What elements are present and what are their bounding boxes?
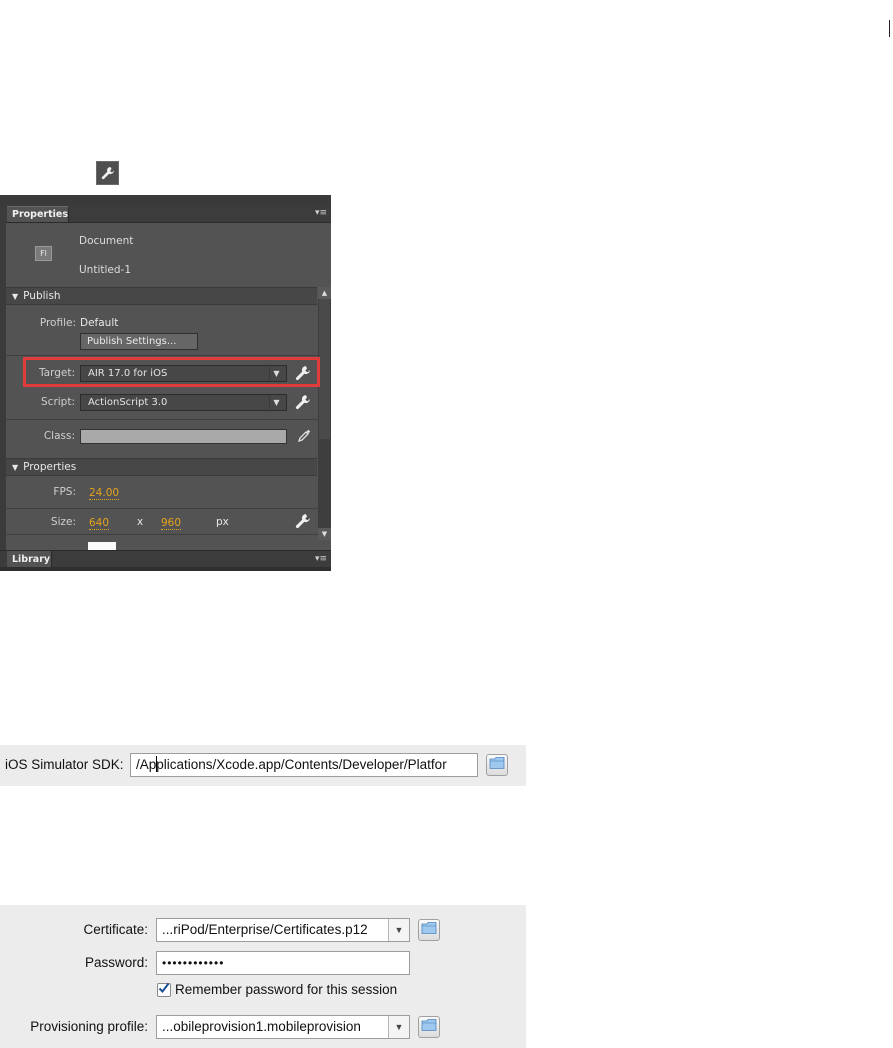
fps-value[interactable]: 24.00 (89, 487, 120, 500)
sdk-path-start: /Ap (136, 757, 157, 772)
sdk-path-rest: plications/Xcode.app/Contents/Developer/… (156, 757, 447, 772)
checkmark-icon (158, 981, 170, 999)
publish-settings-button[interactable]: Publish Settings... (80, 333, 198, 350)
certificate-label: Certificate: (83, 922, 148, 937)
collapse-triangle-icon: ▼ (12, 463, 19, 472)
page-edge-mark (889, 20, 890, 37)
library-menu-icon[interactable]: ▾≡ (315, 554, 327, 564)
collapse-triangle-icon: ▼ (12, 292, 19, 301)
scroll-down-arrow-icon[interactable]: ▼ (318, 528, 331, 540)
certificate-browse-button[interactable] (418, 919, 440, 941)
properties-section-header[interactable]: ▼ Properties (6, 458, 317, 476)
password-value: •••••••••••• (162, 956, 225, 970)
publish-section-label: Publish (23, 290, 61, 302)
folder-icon (421, 1018, 437, 1037)
password-label: Password: (84, 955, 148, 970)
panel-top-strip (0, 195, 331, 206)
eyedropper-icon[interactable] (297, 429, 313, 445)
size-separator: x (137, 516, 144, 528)
scrollbar-thumb[interactable] (319, 299, 330, 439)
scroll-up-arrow-icon[interactable]: ▲ (318, 287, 331, 299)
profile-value: Default (80, 317, 119, 329)
document-type-label: Document (79, 235, 134, 247)
remember-password-label[interactable]: Remember password for this session (175, 982, 397, 997)
provisioning-profile-value: ...obileprovision1.mobileprovision (162, 1019, 361, 1034)
fl-document-icon: Fl (35, 246, 52, 261)
properties-tab-bar: Properties ▾≡ (0, 206, 331, 223)
wrench-icon (96, 161, 119, 185)
tab-properties[interactable]: Properties (7, 206, 69, 222)
panel-left-rail (0, 222, 6, 552)
properties-panel: Properties ▾≡ Fl Document Untitled-1 ▼ Pu… (0, 195, 331, 571)
target-highlight-box (23, 357, 320, 387)
class-label: Class: (43, 430, 75, 442)
script-value: ActionScript 3.0 (88, 397, 168, 408)
password-input[interactable]: •••••••••••• (156, 951, 410, 975)
provisioning-profile-label: Provisioning profile: (30, 1019, 148, 1034)
publish-section-header[interactable]: ▼ Publish (6, 287, 317, 305)
provisioning-browse-button[interactable] (418, 1016, 440, 1038)
divider (6, 355, 318, 356)
provisioning-profile-combobox[interactable]: ...obileprovision1.mobileprovision ▼ (156, 1015, 410, 1039)
script-label: Script: (41, 396, 75, 408)
profile-label: Profile: (39, 317, 76, 329)
tab-library[interactable]: Library (7, 551, 52, 568)
signing-panel: Certificate: ...riPod/Enterprise/Certifi… (0, 905, 526, 1048)
ios-simulator-sdk-input[interactable]: /Applications/Xcode.app/Contents/Develop… (130, 753, 478, 777)
sdk-browse-button[interactable] (486, 754, 508, 776)
panel-menu-icon[interactable]: ▾≡ (315, 208, 327, 218)
library-body (0, 567, 331, 571)
folder-icon (489, 756, 505, 775)
divider (6, 419, 318, 420)
remember-password-checkbox[interactable] (157, 981, 171, 999)
script-dropdown[interactable]: ActionScript 3.0 ▼ (80, 394, 287, 411)
size-width-value[interactable]: 640 (89, 517, 110, 530)
certificate-combobox[interactable]: ...riPod/Enterprise/Certificates.p12 ▼ (156, 918, 410, 942)
size-unit: px (216, 516, 229, 528)
fps-label: FPS: (53, 486, 76, 498)
document-name-label: Untitled-1 (79, 264, 132, 276)
divider (6, 534, 318, 535)
size-height-value[interactable]: 960 (161, 517, 182, 530)
certificate-value: ...riPod/Enterprise/Certificates.p12 (162, 922, 368, 937)
ios-simulator-sdk-row: iOS Simulator SDK: /Applications/Xcode.a… (0, 745, 526, 786)
dropdown-arrow-icon[interactable]: ▼ (388, 1016, 409, 1038)
folder-icon (421, 921, 437, 940)
properties-section-label: Properties (23, 461, 77, 473)
ios-simulator-sdk-label: iOS Simulator SDK: (5, 757, 124, 772)
dropdown-arrow-icon: ▼ (269, 396, 283, 409)
script-wrench-icon[interactable] (295, 394, 311, 410)
divider (6, 508, 318, 509)
dropdown-arrow-icon[interactable]: ▼ (388, 919, 409, 941)
class-input[interactable] (80, 429, 287, 444)
library-tab-bar: Library ▾≡ (0, 550, 331, 568)
size-label: Size: (50, 516, 76, 528)
size-wrench-icon[interactable] (295, 513, 311, 529)
